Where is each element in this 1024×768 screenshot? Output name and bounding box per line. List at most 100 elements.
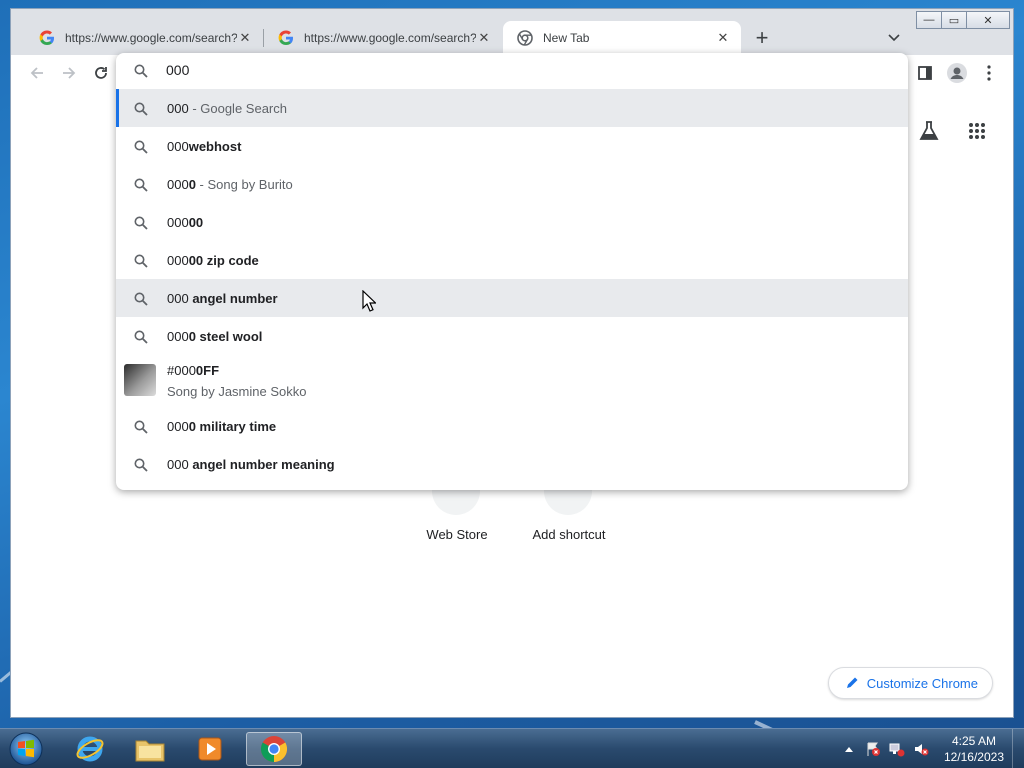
suggestion-prefix: 000	[167, 290, 189, 306]
song-thumbnail	[124, 364, 156, 396]
omnibox-suggestion[interactable]: #0000FF Song by Jasmine Sokko	[116, 355, 908, 407]
taskbar-clock[interactable]: 4:25 AM 12/16/2023	[944, 733, 1004, 765]
show-hidden-icons-button[interactable]	[840, 740, 858, 758]
omnibox-suggestion[interactable]: 000webhost	[116, 127, 908, 165]
forward-button[interactable]	[57, 61, 81, 85]
chevron-up-icon	[844, 747, 853, 752]
taskbar-chrome[interactable]	[246, 732, 302, 766]
add-shortcut-label[interactable]: Add shortcut	[514, 527, 624, 542]
taskbar-file-explorer[interactable]	[122, 732, 178, 766]
omnibox-input[interactable]	[166, 62, 766, 78]
suggestion-text: 00000	[167, 215, 203, 230]
taskbar-media-player[interactable]	[182, 732, 238, 766]
suggestion-text: 000webhost	[167, 139, 241, 154]
omnibox-dropdown: 000 - Google Search000webhost0000 - Song…	[116, 53, 908, 490]
profile-button[interactable]	[945, 61, 969, 85]
tab-new-tab[interactable]: New Tab ✕	[503, 21, 741, 55]
search-icon	[134, 330, 148, 344]
tab-title: https://www.google.com/search?q=	[304, 31, 476, 45]
suggestion-prefix: 000	[167, 418, 189, 434]
omnibox-suggestion[interactable]: 0000 steel wool	[116, 317, 908, 355]
suggestion-text: 0000 steel wool	[167, 329, 262, 344]
chrome-icon	[517, 30, 533, 46]
show-desktop-button[interactable]	[1012, 729, 1024, 768]
taskbar-internet-explorer[interactable]	[62, 732, 118, 766]
suggestion-prefix: 000	[167, 214, 189, 230]
suggestion-completion: 0	[188, 176, 196, 192]
suggestion-prefix: 000	[167, 328, 189, 344]
search-icon	[134, 102, 148, 116]
chevron-down-icon	[888, 34, 900, 42]
labs-button[interactable]	[915, 117, 943, 145]
internet-explorer-icon	[76, 736, 104, 762]
new-tab-button[interactable]: +	[749, 25, 775, 51]
omnibox-suggestion[interactable]: 0000 - Song by Burito	[116, 165, 908, 203]
suggestion-completion: 0FF	[195, 363, 220, 378]
avatar-icon	[947, 63, 967, 83]
volume-icon[interactable]	[912, 740, 930, 758]
flask-icon	[919, 121, 939, 140]
suggestion-description: - Song by Burito	[195, 176, 293, 192]
omnibox-suggestion[interactable]: 000 angel number meaning	[116, 445, 908, 483]
back-button[interactable]	[25, 61, 49, 85]
minimize-button[interactable]: —	[916, 11, 942, 29]
tab-google-search-1[interactable]: https://www.google.com/search?q= ✕	[25, 21, 263, 55]
suggestion-subtitle: Song by Jasmine Sokko	[167, 384, 307, 399]
close-tab-icon[interactable]: ✕	[237, 30, 253, 46]
suggestion-description: - Google Search	[188, 100, 287, 116]
start-button[interactable]	[6, 731, 46, 767]
omnibox[interactable]	[116, 53, 908, 89]
network-warning-icon	[889, 743, 905, 757]
search-icon	[134, 458, 148, 472]
search-icon	[134, 140, 148, 154]
media-player-icon	[198, 737, 222, 761]
network-icon[interactable]	[888, 740, 906, 758]
suggestion-text: 000 angel number meaning	[167, 457, 335, 472]
close-window-button[interactable]: ✕	[966, 11, 1010, 29]
suggestion-completion: 00 zip code	[188, 252, 259, 268]
omnibox-suggestion[interactable]: 000 - Google Search	[116, 89, 908, 127]
omnibox-suggestion[interactable]: 0000 military time	[116, 407, 908, 445]
customize-chrome-button[interactable]: Customize Chrome	[827, 667, 993, 699]
side-panel-button[interactable]	[913, 61, 937, 85]
search-icon	[134, 216, 148, 230]
reload-icon	[95, 67, 107, 79]
suggestion-text: 000 angel number	[167, 291, 278, 306]
system-tray: 4:25 AM 12/16/2023	[840, 729, 1024, 768]
close-tab-icon[interactable]: ✕	[476, 30, 492, 46]
clock-time: 4:25 AM	[951, 734, 996, 748]
tab-google-search-2[interactable]: https://www.google.com/search?q= ✕	[264, 21, 502, 55]
omnibox-suggestion[interactable]: 000 angel number	[116, 279, 908, 317]
chrome-icon	[260, 736, 288, 763]
suggestion-completion: angel number	[188, 290, 278, 306]
suggestion-prefix: 000	[167, 176, 189, 192]
suggestion-completion: 0 military time	[188, 418, 277, 434]
arrow-left-icon	[30, 67, 43, 79]
reload-button[interactable]	[89, 61, 113, 85]
pencil-icon	[846, 677, 858, 688]
mouse-cursor-icon	[362, 290, 376, 312]
search-icon	[134, 64, 148, 78]
tab-title: New Tab	[543, 31, 590, 45]
menu-button[interactable]	[977, 61, 1001, 85]
clock-date: 12/16/2023	[943, 750, 1004, 764]
web-store-shortcut-label[interactable]: Web Store	[402, 527, 512, 542]
more-vert-icon	[987, 65, 991, 81]
suggestion-text: 000 - Google Search	[167, 101, 287, 116]
action-center-icon[interactable]	[864, 740, 882, 758]
suggestion-prefix: 000	[167, 252, 189, 268]
arrow-right-icon	[63, 67, 76, 79]
suggestion-completion: angel number meaning	[188, 456, 335, 472]
suggestion-completion: 00	[188, 214, 204, 230]
customize-chrome-label: Customize Chrome	[866, 675, 978, 691]
side-panel-icon	[918, 66, 932, 80]
omnibox-suggestion[interactable]: 00000	[116, 203, 908, 241]
maximize-button[interactable]: ▭	[941, 11, 967, 29]
flag-warning-icon	[867, 742, 880, 756]
tab-search-button[interactable]	[883, 27, 905, 49]
google-apps-button[interactable]	[963, 117, 991, 145]
omnibox-suggestion[interactable]: 00000 zip code	[116, 241, 908, 279]
close-tab-icon[interactable]: ✕	[715, 30, 731, 46]
suggestion-prefix: #000	[167, 363, 196, 378]
search-icon	[134, 254, 148, 268]
